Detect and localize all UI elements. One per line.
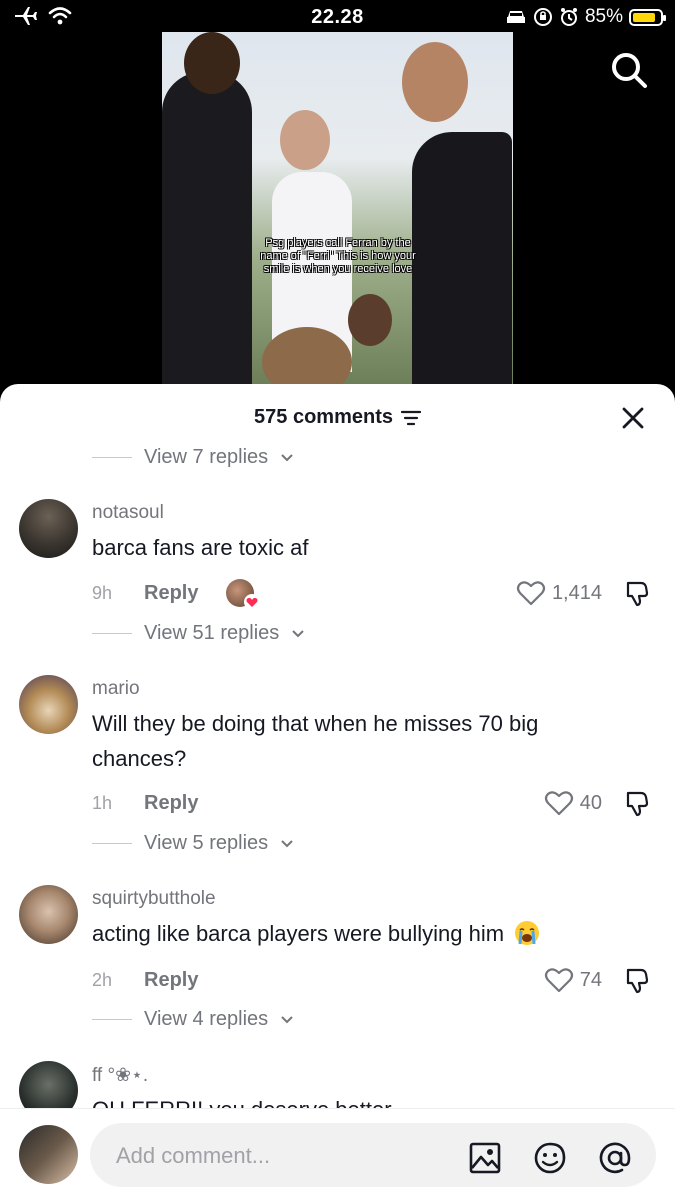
battery-level	[633, 12, 656, 22]
search-icon[interactable]	[609, 50, 649, 90]
status-bar: 22.28 85%	[0, 0, 675, 34]
view-replies-button[interactable]: View 51 replies	[92, 622, 305, 645]
replies-divider	[92, 633, 132, 634]
comment-time: 2h	[92, 969, 113, 990]
replies-divider	[92, 1019, 132, 1020]
like-count: 74	[579, 968, 602, 991]
comment-text-row: acting like barca players were bullying …	[92, 916, 637, 951]
view-replies-label: View 7 replies	[144, 446, 269, 468]
comment-username[interactable]: mario	[92, 678, 140, 700]
comment-username[interactable]: squirtybutthole	[92, 888, 216, 910]
emoji-icon[interactable]	[533, 1141, 567, 1175]
comment-composer: Add comment...	[0, 1108, 675, 1200]
mention-icon[interactable]	[598, 1141, 632, 1175]
avatar[interactable]	[19, 885, 78, 944]
chevron-down-icon	[292, 629, 304, 637]
alarm-icon	[560, 8, 577, 26]
like-count: 1,414	[551, 581, 602, 604]
heart-badge-icon	[244, 594, 261, 610]
view-replies-label: View 4 replies	[144, 1008, 269, 1030]
comment-time: 9h	[92, 582, 113, 603]
loudly-crying-face-icon	[515, 921, 540, 945]
filter-icon[interactable]	[400, 410, 421, 426]
comment-username[interactable]: ff °❀⋆.	[92, 1064, 148, 1087]
view-replies-button[interactable]: View 7 replies	[92, 446, 294, 469]
like-button[interactable]: 1,414	[516, 579, 602, 607]
sheet-header: 575 comments	[0, 384, 675, 450]
dislike-icon[interactable]	[624, 579, 652, 607]
image-icon[interactable]	[468, 1141, 502, 1175]
reply-button[interactable]: Reply	[144, 792, 198, 815]
orientation-lock-icon	[533, 8, 552, 26]
chevron-down-icon	[281, 453, 293, 461]
replies-divider	[92, 843, 132, 844]
reply-button[interactable]: Reply	[144, 969, 198, 992]
close-icon[interactable]	[621, 406, 645, 430]
like-count: 40	[579, 791, 602, 814]
comment-meta: 9h Reply 1,414	[92, 578, 652, 610]
comments-sheet: 575 comments View 7 replies notasoul bar…	[0, 384, 675, 1200]
chevron-down-icon	[281, 839, 293, 847]
comment-meta: 2h Reply 74	[92, 965, 652, 995]
comment-time: 1h	[92, 792, 113, 813]
status-right: 85%	[505, 6, 666, 28]
user-avatar[interactable]	[19, 1125, 78, 1184]
view-replies-label: View 51 replies	[144, 622, 280, 644]
video-figure	[412, 132, 512, 392]
chevron-down-icon	[281, 1015, 293, 1023]
liked-by-creator-badge	[226, 579, 261, 610]
battery-icon	[629, 8, 666, 26]
view-replies-button[interactable]: View 4 replies	[92, 1008, 294, 1031]
view-replies-label: View 5 replies	[144, 832, 269, 854]
reply-button[interactable]: Reply	[144, 582, 198, 605]
avatar[interactable]	[19, 499, 78, 558]
video-caption: Psg players call Ferran by the name of "…	[260, 237, 416, 275]
dislike-icon[interactable]	[624, 789, 652, 817]
heart-icon	[516, 581, 546, 606]
comment-username[interactable]: notasoul	[92, 502, 164, 524]
like-button[interactable]: 40	[544, 789, 602, 817]
replies-divider	[92, 457, 132, 458]
comments-count: 575 comments	[254, 406, 393, 428]
comment-text: acting like barca players were bullying …	[92, 921, 505, 946]
like-button[interactable]: 74	[544, 966, 602, 994]
battery-percent: 85%	[584, 6, 623, 27]
car-icon	[506, 11, 525, 23]
comment-meta: 1h Reply 40	[92, 788, 652, 818]
video-figure	[162, 72, 252, 392]
comment-input-placeholder: Add comment...	[116, 1143, 271, 1168]
heart-icon	[544, 968, 573, 993]
dislike-icon[interactable]	[624, 966, 652, 994]
comment-input[interactable]: Add comment...	[90, 1123, 656, 1187]
video-player[interactable]: Psg players call Ferran by the name of "…	[162, 32, 513, 392]
comment-text: barca fans are toxic af	[92, 535, 309, 560]
video-figure	[348, 294, 392, 346]
video-figure	[402, 42, 468, 122]
comments-count-title[interactable]: 575 comments	[0, 406, 675, 429]
heart-icon	[544, 791, 573, 816]
view-replies-button[interactable]: View 5 replies	[92, 832, 294, 855]
video-figure	[280, 110, 330, 170]
comment-text: Will they be doing that when he misses 7…	[92, 711, 539, 771]
video-figure	[184, 32, 240, 94]
video-figure	[262, 327, 352, 392]
avatar[interactable]	[19, 675, 78, 734]
